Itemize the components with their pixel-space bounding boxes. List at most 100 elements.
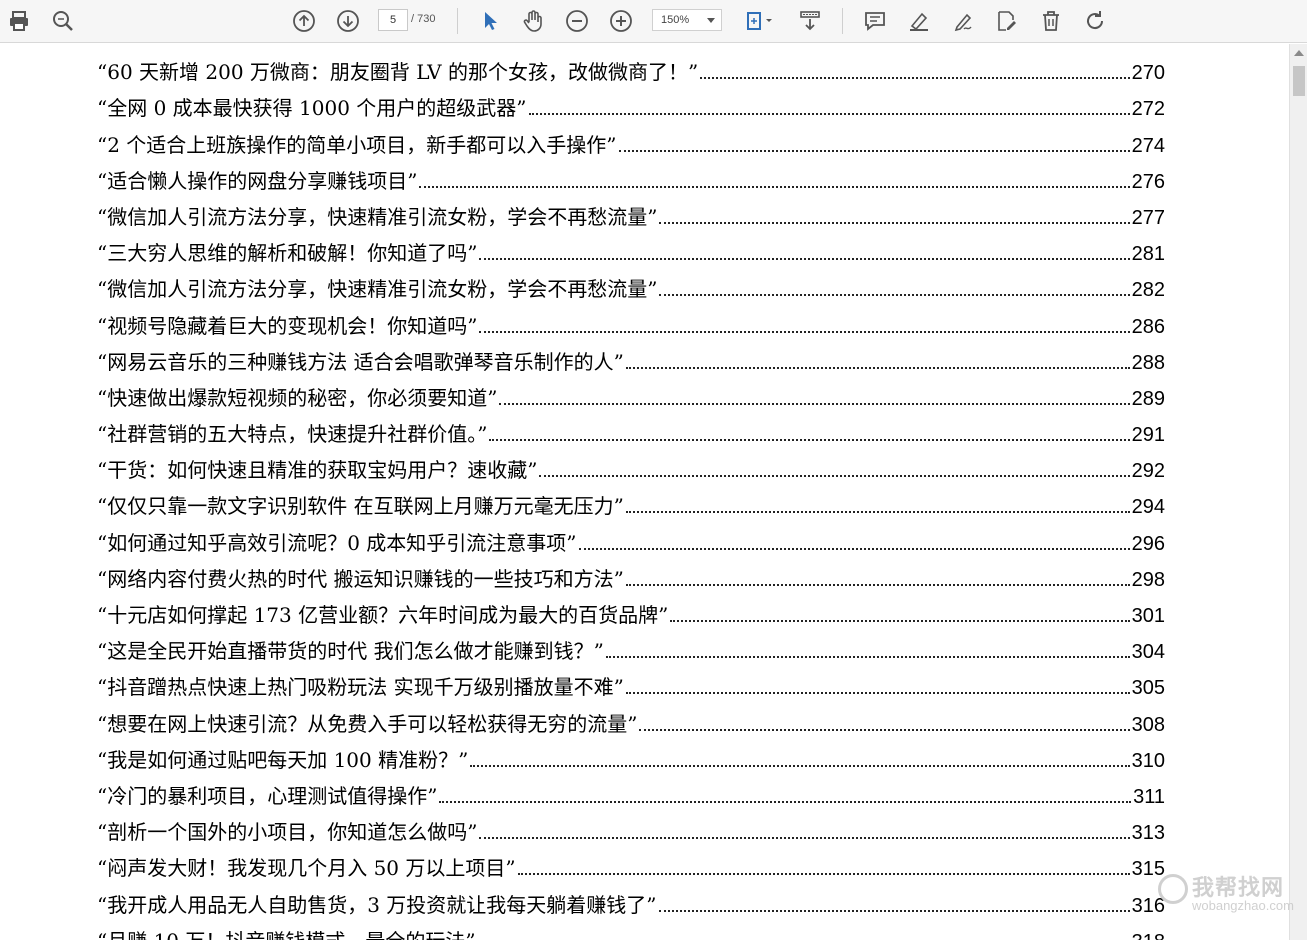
toc-entry[interactable]: “仅仅只靠一款文字识别软件 在互联网上月赚万元毫无压力” 294	[97, 483, 1165, 519]
toc-entry[interactable]: “闷声发大财！我发现几个月入 50 万以上项目” 315	[97, 845, 1165, 881]
toc-entry-title: “如何通过知乎高效引流呢？0 成本知乎引流注意事项”	[97, 530, 577, 555]
toc-leader-dots	[658, 909, 1130, 912]
toc-leader-dots	[659, 221, 1130, 224]
toc-leader-dots	[489, 439, 1130, 442]
toc-entry-page: 310	[1131, 749, 1165, 772]
comment-icon[interactable]	[860, 6, 890, 36]
toc-entry[interactable]: “网络内容付费火热的时代 搬运知识赚钱的一些技巧和方法” 298	[97, 556, 1165, 592]
search-zoom-icon[interactable]	[48, 6, 78, 36]
toc-entry-page: 311	[1133, 785, 1165, 808]
zoom-level-value: 150%	[661, 14, 690, 26]
toc-entry-title: “社群营销的五大特点，快速提升社群价值。”	[97, 422, 488, 447]
toc-entry[interactable]: “适合懒人操作的网盘分享赚钱项目” 276	[97, 158, 1165, 194]
toc-leader-dots	[639, 728, 1130, 731]
toc-entry[interactable]: “三大穷人思维的解析和破解！你知道了吗” 281	[97, 230, 1165, 266]
toc-entry[interactable]: “剖析一个国外的小项目，你知道怎么做吗” 313	[97, 809, 1165, 845]
toc-entry-title: “视频号隐藏着巨大的变现机会！你知道吗”	[97, 313, 478, 338]
watermark-url: wobangzhao.com	[1192, 898, 1294, 913]
scroll-thumb[interactable]	[1293, 66, 1305, 96]
prev-page-icon[interactable]	[289, 6, 319, 36]
page-number-input[interactable]: 5	[378, 9, 408, 31]
fit-page-icon[interactable]	[740, 6, 780, 36]
toc-entry[interactable]: “微信加人引流方法分享，快速精准引流女粉，学会不再愁流量” 277	[97, 194, 1165, 230]
toc-entry-page: 282	[1131, 279, 1165, 302]
toc-entry-title: “适合懒人操作的网盘分享赚钱项目”	[97, 168, 418, 193]
next-page-icon[interactable]	[333, 6, 363, 36]
toc-entry-page: 313	[1131, 822, 1165, 845]
hand-tool-icon[interactable]	[518, 6, 548, 36]
rotate-icon[interactable]	[1080, 6, 1110, 36]
toc-entry[interactable]: “网易云音乐的三种赚钱方法 适合会唱歌弹琴音乐制作的人” 288	[97, 339, 1165, 375]
toc-entry-title: “干货：如何快速且精准的获取宝妈用户？速收藏”	[97, 458, 538, 483]
printer-icon[interactable]	[4, 6, 34, 36]
toc-leader-dots	[517, 873, 1130, 876]
toc-entry-title: “快速做出爆款短视频的秘密，你必须要知道”	[97, 385, 498, 410]
toc-entry-page: 305	[1131, 677, 1165, 700]
chevron-down-icon	[707, 18, 715, 23]
toc-entry[interactable]: “60 天新增 200 万微商：朋友圈背 LV 的那个女孩，改做微商了！” 270	[97, 49, 1165, 85]
toc-entry-title: “我是如何通过贴吧每天加 100 精准粉？”	[97, 747, 469, 772]
toc-entry-title: “60 天新增 200 万微商：朋友圈背 LV 的那个女孩，改做微商了！”	[97, 60, 699, 85]
document-page: “60 天新增 200 万微商：朋友圈背 LV 的那个女孩，改做微商了！” 270…	[0, 44, 1289, 940]
toc-leader-dots	[499, 402, 1130, 405]
toc-leader-dots	[479, 837, 1130, 840]
toc-entry-page: 292	[1131, 460, 1165, 483]
toc-entry[interactable]: “抖音蹭热点快速上热门吸粉玩法 实现千万级别播放量不难” 305	[97, 664, 1165, 700]
toc-entry-page: 272	[1131, 98, 1165, 121]
toc-entry[interactable]: “社群营销的五大特点，快速提升社群价值。” 291	[97, 411, 1165, 447]
toc-entry-title: “闷声发大财！我发现几个月入 50 万以上项目”	[97, 856, 516, 881]
toc-entry-title: “十元店如何撑起 173 亿营业额？六年时间成为最大的百货品牌”	[97, 603, 669, 627]
toc-entry[interactable]: “如何通过知乎高效引流呢？0 成本知乎引流注意事项” 296	[97, 519, 1165, 555]
toc-entry-title: “三大穷人思维的解析和破解！你知道了吗”	[97, 241, 478, 266]
toc-entry-page: 294	[1131, 496, 1165, 519]
toc-entry[interactable]: “我是如何通过贴吧每天加 100 精准粉？” 310	[97, 737, 1165, 773]
delete-icon[interactable]	[1036, 6, 1066, 36]
toc-entry-page: 301	[1131, 605, 1165, 627]
toc-entry-page: 296	[1131, 532, 1165, 555]
toc-entry[interactable]: “视频号隐藏着巨大的变现机会！你知道吗” 286	[97, 302, 1165, 338]
scroll-mode-icon[interactable]	[795, 6, 825, 36]
toc-entry-page: 291	[1131, 424, 1165, 447]
toc-entry[interactable]: “2 个适合上班族操作的简单小项目，新手都可以入手操作” 274	[97, 121, 1165, 157]
toc-entry[interactable]: “我开成人用品无人自助售货，3 万投资就让我每天躺着赚钱了” 316	[97, 881, 1165, 917]
toc-leader-dots	[479, 330, 1130, 333]
toc-entry[interactable]: “干货：如何快速且精准的获取宝妈用户？速收藏” 292	[97, 447, 1165, 483]
toc-entry[interactable]: “冷门的暴利项目，心理测试值得操作” 311	[97, 773, 1165, 809]
toc-leader-dots	[659, 294, 1130, 297]
toc-entry-title: “网络内容付费火热的时代 搬运知识赚钱的一些技巧和方法”	[97, 566, 624, 591]
toc-leader-dots	[618, 149, 1130, 152]
toc-entry[interactable]: “想要在网上快速引流？从免费入手可以轻松获得无穷的流量” 308	[97, 700, 1165, 736]
toc-entry[interactable]: “微信加人引流方法分享，快速精准引流女粉，学会不再愁流量” 282	[97, 266, 1165, 302]
toc-leader-dots	[578, 547, 1130, 550]
pdf-toolbar: 5 / 730 150%	[0, 0, 1307, 43]
select-arrow-icon[interactable]	[475, 6, 505, 36]
toc-entry-page: 277	[1131, 206, 1165, 229]
vertical-scrollbar[interactable]	[1289, 44, 1307, 940]
fill-form-icon[interactable]	[992, 6, 1022, 36]
toc-entry[interactable]: “这是全民开始直播带货的时代 我们怎么做才能赚到钱？” 304	[97, 628, 1165, 664]
zoom-in-icon[interactable]	[606, 6, 636, 36]
toc-leader-dots	[470, 764, 1130, 767]
toc-entry[interactable]: “快速做出爆款短视频的秘密，你必须要知道” 289	[97, 375, 1165, 411]
toc-entry-title: “抖音蹭热点快速上热门吸粉玩法 实现千万级别播放量不难”	[97, 675, 624, 700]
toolbar-divider	[457, 8, 458, 34]
watermark-logo-icon	[1158, 874, 1188, 904]
zoom-level-select[interactable]: 150%	[652, 9, 722, 31]
table-of-contents: “60 天新增 200 万微商：朋友圈背 LV 的那个女孩，改做微商了！” 270…	[97, 49, 1165, 940]
toc-entry-page: 288	[1131, 351, 1165, 374]
highlight-pen-icon[interactable]	[904, 6, 934, 36]
toc-entry-page: 286	[1131, 315, 1165, 338]
toc-entry[interactable]: “月赚 10 万！抖音赚钱模式，最全的玩法” 318	[97, 918, 1165, 940]
toc-entry-title: “微信加人引流方法分享，快速精准引流女粉，学会不再愁流量”	[97, 277, 658, 302]
toc-entry-title: “仅仅只靠一款文字识别软件 在互联网上月赚万元毫无压力”	[97, 494, 624, 519]
toc-entry[interactable]: “十元店如何撑起 173 亿营业额？六年时间成为最大的百货品牌” 301	[97, 592, 1165, 628]
toc-entry[interactable]: “全网 0 成本最快获得 1000 个用户的超级武器” 272	[97, 85, 1165, 121]
toc-entry-title: “我开成人用品无人自助售货，3 万投资就让我每天躺着赚钱了”	[97, 892, 657, 917]
toc-leader-dots	[670, 620, 1130, 622]
zoom-out-icon[interactable]	[562, 6, 592, 36]
toc-entry-page: 304	[1131, 641, 1165, 664]
sign-icon[interactable]	[948, 6, 978, 36]
toc-entry-title: “冷门的暴利项目，心理测试值得操作”	[97, 783, 438, 808]
toc-leader-dots	[528, 113, 1130, 116]
scroll-up-icon[interactable]	[1294, 50, 1304, 56]
